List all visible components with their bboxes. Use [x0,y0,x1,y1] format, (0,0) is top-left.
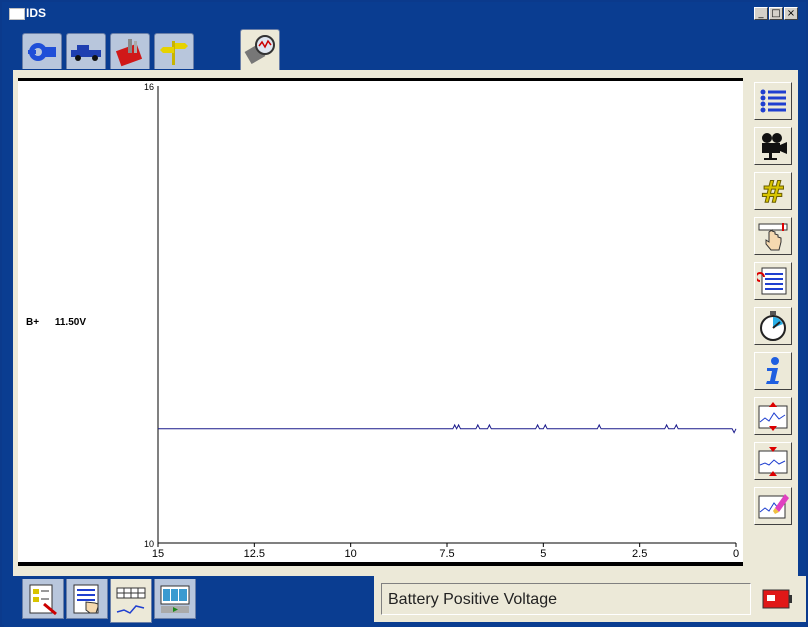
tab-graph-view[interactable] [110,579,152,623]
info-icon [766,357,779,384]
list-icon [760,89,786,113]
signpost-icon [160,40,188,65]
zoom-in-graph-icon [758,402,788,431]
tab-playback[interactable] [154,579,196,619]
tab-connector[interactable] [22,33,62,69]
info-button[interactable] [754,352,792,390]
stopwatch-button[interactable] [754,307,792,345]
playback-icon [160,585,190,613]
tab-signpost[interactable] [154,33,194,69]
window-title: IDS [26,6,47,20]
graph-view-icon [116,587,146,614]
window-icon [9,8,25,20]
data-logger-icon [244,35,275,65]
erase-graph-icon [758,494,789,519]
snapshot-button[interactable] [754,127,792,165]
x-tick-label: 5 [540,548,546,560]
bottom-bar: Battery Positive Voltage [4,576,806,627]
graph-panel: B+ 11.50V 16 10 15 12.5 10 7.5 5 2.5 0 [18,78,743,566]
list-button[interactable] [754,82,792,120]
camera-icon [762,133,787,160]
minimize-button[interactable]: _ [754,7,768,20]
connector-icon [28,42,56,61]
record-list-icon [757,267,787,295]
status-field: Battery Positive Voltage [381,583,751,615]
close-button[interactable]: × [784,7,798,20]
erase-graph-button[interactable] [754,487,792,525]
zoom-out-graph-icon [758,447,788,476]
pid-select-icon [29,584,57,615]
x-tick-label: 12.5 [244,548,265,560]
cursor-button[interactable] [754,217,792,255]
tab-toolbox[interactable] [110,33,150,69]
hash-button[interactable]: # [754,172,792,210]
record-list-button[interactable] [754,262,792,300]
battery-icon [762,589,792,609]
toolbox-icon [115,38,143,66]
svg-text:#: # [760,175,785,207]
status-panel: Battery Positive Voltage [374,576,806,622]
battery-button[interactable] [759,584,795,614]
tab-vehicle[interactable] [66,33,106,69]
voltage-chart[interactable]: 161015 12.5 10 7.5 5 2.5 0 [18,81,743,562]
x-tick-label: 0 [733,548,739,560]
vehicle-icon [71,44,101,61]
x-tick-label: 10 [345,548,357,560]
hash-icon: # [760,175,786,207]
x-tick-label: 15 [152,548,164,560]
main-content: B+ 11.50V 16 10 15 12.5 10 7.5 5 2.5 0 # [13,70,798,576]
app-window: IDS _ □ × B+ 11.50V 16 10 15 12.5 10 7.5… [0,0,808,627]
x-tick-label: 2.5 [632,548,647,560]
maximize-button[interactable]: □ [769,7,783,20]
pid-list-icon [73,584,99,613]
title-bar: IDS _ □ × [4,4,806,23]
zoom-in-button[interactable] [754,397,792,435]
series-line [158,423,737,434]
top-tab-bar [4,23,806,70]
tab-pid-list[interactable] [66,579,108,619]
tab-pid-select[interactable] [22,579,64,619]
pointer-scale-icon [758,223,788,251]
y-tick-label: 16 [144,82,154,92]
zoom-out-button[interactable] [754,442,792,480]
tab-data-logger[interactable] [240,29,280,70]
stopwatch-icon [760,311,786,341]
status-text: Battery Positive Voltage [388,591,557,608]
x-tick-label: 7.5 [439,548,454,560]
